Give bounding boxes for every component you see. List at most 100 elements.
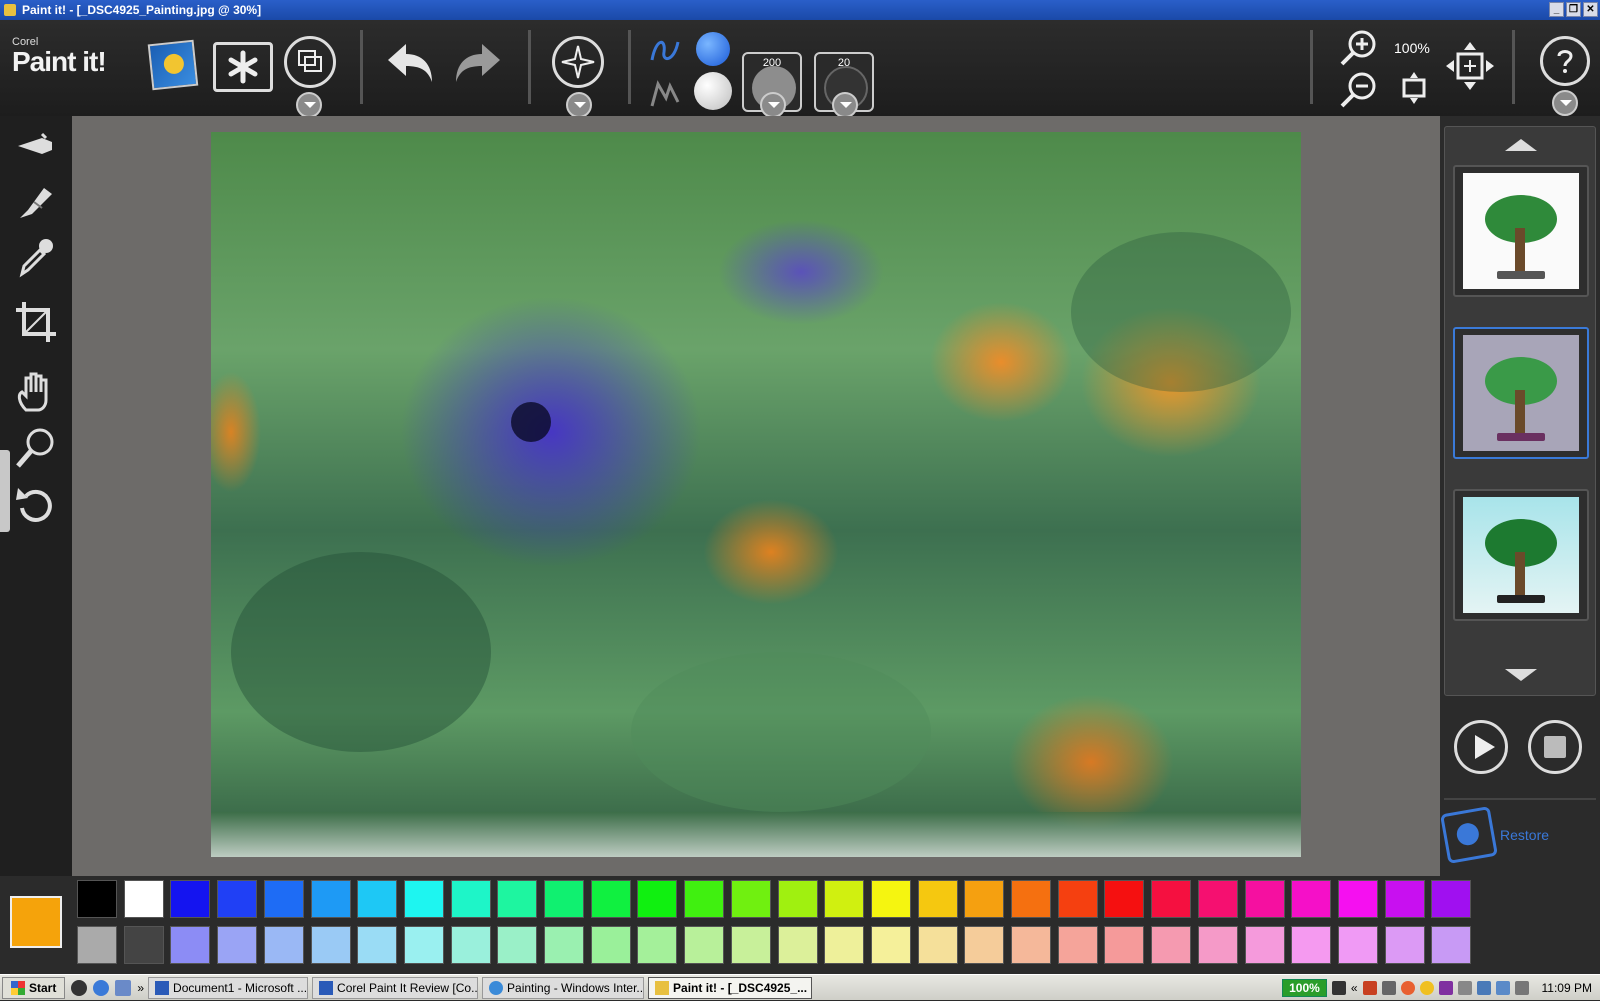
brush-color-white[interactable] [694, 72, 732, 110]
onenote-icon[interactable] [1438, 981, 1453, 995]
color-swatch[interactable] [403, 880, 444, 918]
color-swatch[interactable] [1104, 880, 1145, 918]
color-swatch[interactable] [544, 880, 584, 918]
stop-button[interactable] [1528, 720, 1582, 774]
color-swatch[interactable] [310, 880, 351, 918]
color-swatch[interactable] [590, 880, 631, 918]
stroke-style-angular[interactable] [648, 76, 684, 112]
stroke-style-curly[interactable] [648, 32, 684, 68]
color-swatch[interactable] [1104, 926, 1145, 964]
color-swatch[interactable] [1011, 926, 1051, 964]
battery-indicator[interactable]: 100% [1282, 979, 1327, 997]
color-swatch[interactable] [263, 880, 304, 918]
save-button[interactable] [284, 36, 336, 88]
color-swatch[interactable] [1197, 880, 1238, 918]
color-swatch[interactable] [870, 926, 911, 964]
color-swatch[interactable] [357, 880, 398, 918]
auto-paint-button[interactable] [213, 42, 273, 92]
color-swatch[interactable] [917, 880, 958, 918]
start-button[interactable]: Start [2, 976, 66, 999]
color-swatch[interactable] [1057, 926, 1098, 964]
color-swatch[interactable] [403, 926, 444, 964]
restore-button[interactable]: Restore [1440, 806, 1549, 864]
paint-direction-button[interactable] [552, 36, 604, 88]
zoom-in-button[interactable] [1338, 28, 1378, 68]
color-swatch[interactable] [450, 880, 491, 918]
task-word[interactable]: Document1 - Microsoft ... [148, 976, 309, 999]
color-swatch[interactable] [310, 926, 351, 964]
rotate-tool[interactable] [14, 482, 58, 526]
color-swatch[interactable] [1011, 880, 1051, 918]
brush-size-dropdown[interactable] [760, 92, 786, 118]
color-swatch[interactable] [964, 926, 1005, 964]
color-swatch[interactable] [217, 880, 258, 918]
quicklaunch-icon[interactable] [71, 979, 88, 996]
color-swatch[interactable] [544, 926, 584, 964]
display-icon[interactable] [1495, 981, 1510, 995]
color-swatch[interactable] [450, 926, 491, 964]
color-swatch[interactable] [1431, 926, 1472, 964]
color-swatch[interactable] [684, 880, 725, 918]
preset-thumbnail[interactable] [1453, 489, 1589, 621]
power-icon[interactable] [1331, 981, 1346, 995]
brush-tool[interactable] [14, 180, 58, 224]
color-swatch[interactable] [730, 926, 771, 964]
quicklaunch-overflow[interactable]: » [137, 981, 144, 995]
color-swatch[interactable] [497, 926, 538, 964]
scroll-up-button[interactable] [1505, 139, 1537, 151]
color-swatch[interactable] [1151, 880, 1192, 918]
color-swatch[interactable] [170, 880, 211, 918]
undo-button[interactable] [382, 34, 438, 98]
color-swatch[interactable] [730, 880, 771, 918]
color-swatch[interactable] [1151, 926, 1192, 964]
zoom-tool[interactable] [14, 426, 58, 470]
tray-overflow[interactable]: « [1351, 981, 1358, 995]
redo-button[interactable] [450, 34, 506, 98]
preset-thumbnail-selected[interactable] [1453, 327, 1589, 459]
color-swatch[interactable] [1244, 926, 1285, 964]
minimize-button[interactable]: _ [1549, 2, 1564, 17]
help-dropdown[interactable] [1552, 90, 1578, 116]
color-swatch[interactable] [1197, 926, 1238, 964]
save-dropdown[interactable] [296, 92, 322, 118]
preset-thumbnail[interactable] [1453, 165, 1589, 297]
eyedropper-tool[interactable] [14, 236, 58, 280]
airbrush-tool[interactable] [14, 124, 58, 168]
task-painting-browser[interactable]: Painting - Windows Inter... [482, 976, 645, 999]
color-swatch[interactable] [123, 926, 164, 964]
color-swatch[interactable] [123, 880, 164, 918]
color-swatch[interactable] [1384, 926, 1425, 964]
printer-icon[interactable] [1381, 981, 1396, 995]
brush-detail-dropdown[interactable] [832, 92, 858, 118]
task-corel-review[interactable]: Corel Paint It Review [Co... [312, 976, 479, 999]
current-color-swatch[interactable] [10, 896, 62, 948]
color-swatch[interactable] [77, 880, 117, 918]
color-swatch[interactable] [357, 926, 398, 964]
color-swatch[interactable] [1337, 926, 1378, 964]
color-swatch[interactable] [263, 926, 304, 964]
play-button[interactable] [1454, 720, 1508, 774]
brush-color-blue[interactable] [696, 32, 730, 66]
color-swatch[interactable] [497, 880, 538, 918]
painting-canvas[interactable] [211, 132, 1301, 857]
color-swatch[interactable] [777, 926, 818, 964]
crop-tool[interactable] [14, 300, 58, 344]
full-screen-button[interactable] [1444, 40, 1496, 92]
side-panel-tab[interactable] [0, 450, 10, 532]
color-swatch[interactable] [590, 926, 631, 964]
help-button[interactable] [1540, 36, 1590, 86]
color-swatch[interactable] [777, 880, 818, 918]
color-swatch[interactable] [964, 880, 1005, 918]
color-swatch[interactable] [1384, 880, 1425, 918]
color-swatch[interactable] [1244, 880, 1285, 918]
internet-explorer-icon[interactable] [93, 979, 110, 996]
color-swatch[interactable] [170, 926, 211, 964]
color-swatch[interactable] [1057, 880, 1098, 918]
color-swatch[interactable] [1291, 926, 1332, 964]
color-swatch[interactable] [870, 880, 911, 918]
smiley-icon[interactable] [1419, 981, 1434, 995]
restore-window-button[interactable]: ❐ [1566, 2, 1581, 17]
color-swatch[interactable] [77, 926, 117, 964]
scroll-down-button[interactable] [1505, 669, 1537, 681]
tray-tool-icon[interactable] [1457, 981, 1472, 995]
